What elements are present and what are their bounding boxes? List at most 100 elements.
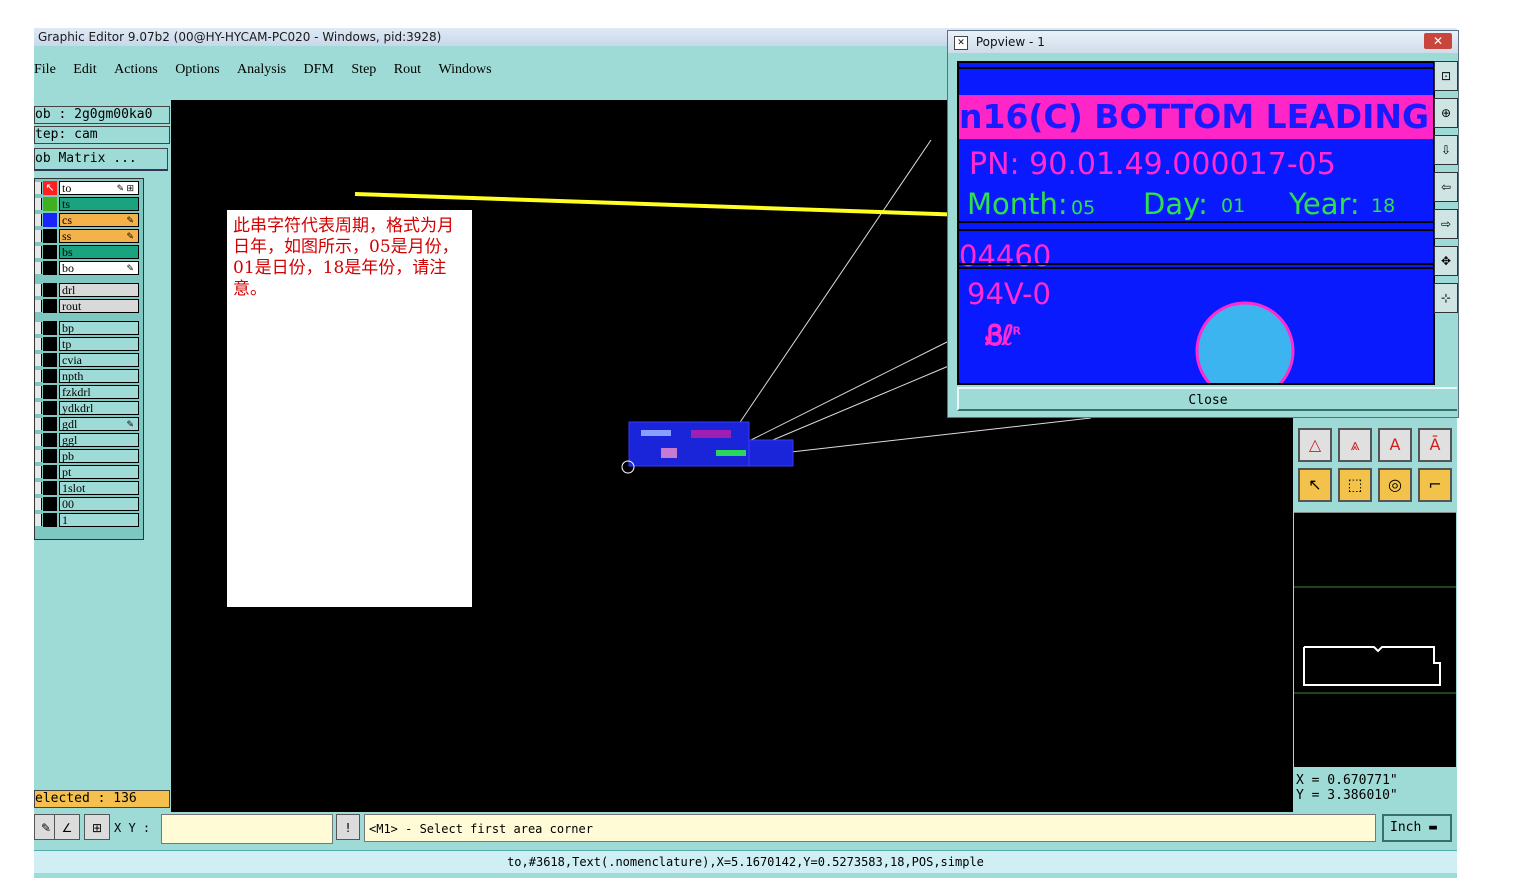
layer-checkbox[interactable]	[35, 482, 42, 494]
layer-checkbox[interactable]	[35, 198, 42, 210]
menu-analysis[interactable]: Analysis	[237, 62, 286, 78]
layer-row[interactable]: bs	[35, 245, 143, 259]
layer-row[interactable]: ts	[35, 197, 143, 211]
layer-row[interactable]: cvia	[35, 353, 143, 367]
layer-row[interactable]: 00	[35, 497, 143, 511]
layer-checkbox[interactable]	[35, 214, 42, 226]
layer-row[interactable]: 1slot	[35, 481, 143, 495]
menu-dfm[interactable]: DFM	[304, 62, 334, 78]
pan-right-icon[interactable]: ⇨	[1434, 209, 1458, 239]
layer-color-swatch	[43, 369, 57, 383]
layer-name: pb	[59, 449, 139, 463]
menu-actions[interactable]: Actions	[114, 62, 158, 78]
year-label: Year:	[1289, 187, 1360, 221]
job-matrix-button[interactable]: ob Matrix ...	[34, 148, 168, 171]
menu-step[interactable]: Step	[351, 62, 376, 78]
xy-input[interactable]	[161, 814, 333, 844]
layer-row[interactable]: bp	[35, 321, 143, 335]
menu-file[interactable]: File	[34, 62, 56, 78]
layer-checkbox[interactable]	[35, 182, 42, 194]
layer-row[interactable]: drl	[35, 283, 143, 297]
layer-row[interactable]: npth	[35, 369, 143, 383]
layer-color-swatch	[43, 213, 57, 227]
layer-checkbox[interactable]	[35, 354, 42, 366]
layer-color-swatch	[43, 513, 57, 527]
layer-row[interactable]: ydkdrl	[35, 401, 143, 415]
layer-name: ggl	[59, 433, 139, 447]
layer-row[interactable]: gdl ✎	[35, 417, 143, 431]
layer-color-swatch: ↖	[43, 181, 57, 195]
close-button[interactable]: Close	[957, 387, 1457, 411]
layer-name: ss ✎	[59, 229, 139, 243]
layer-name: 1slot	[59, 481, 139, 495]
layer-name: pt	[59, 465, 139, 479]
grid-icon[interactable]: ⊞	[84, 814, 110, 840]
layer-name: ydkdrl	[59, 401, 139, 415]
move-icon[interactable]: ⊹	[1434, 283, 1458, 313]
layer-color-swatch	[43, 401, 57, 415]
pointer-box-icon[interactable]: ⬚	[1338, 468, 1372, 502]
layer-row[interactable]: ggl	[35, 433, 143, 447]
menu-edit[interactable]: Edit	[73, 62, 96, 78]
layer-row[interactable]: bo ✎	[35, 261, 143, 275]
layer-checkbox[interactable]	[35, 370, 42, 382]
menu-windows[interactable]: Windows	[439, 62, 492, 78]
pad-circle	[1195, 301, 1295, 383]
layer-name: drl	[59, 283, 139, 297]
layer-row[interactable]: ↖ to ✎ ⊞	[35, 181, 143, 195]
layer-checkbox[interactable]	[35, 450, 42, 462]
layer-checkbox[interactable]	[35, 514, 42, 526]
triangle-up-icon[interactable]: △	[1298, 428, 1332, 462]
menu-rout[interactable]: Rout	[394, 62, 421, 78]
menu-options[interactable]: Options	[175, 62, 219, 78]
layer-checkbox[interactable]	[35, 386, 42, 398]
pointer-path-icon[interactable]: ⌐	[1418, 468, 1452, 502]
layer-row[interactable]: pb	[35, 449, 143, 463]
layer-color-swatch	[43, 433, 57, 447]
coordinate-readout: X = 0.670771" Y = 3.386010"	[1296, 773, 1454, 807]
coord-x: X = 0.670771"	[1296, 773, 1398, 788]
expand-icon[interactable]: ✥	[1434, 246, 1458, 276]
layer-checkbox[interactable]	[35, 300, 42, 312]
angle-icon[interactable]: ∠	[54, 814, 80, 840]
message-line: <M1> - Select first area corner	[364, 814, 1376, 842]
triangle-a-icon[interactable]: ⩓	[1338, 428, 1372, 462]
layer-color-swatch	[43, 261, 57, 275]
triangle-c-icon[interactable]: Ā	[1418, 428, 1452, 462]
month-value: 05	[1071, 197, 1096, 219]
triangle-b-icon[interactable]: A	[1378, 428, 1412, 462]
layer-checkbox[interactable]	[35, 434, 42, 446]
layer-checkbox[interactable]	[35, 284, 42, 296]
zoom-in-icon[interactable]: ⊕	[1434, 98, 1458, 128]
layer-checkbox[interactable]	[35, 418, 42, 430]
layer-row[interactable]: pt	[35, 465, 143, 479]
layer-color-swatch	[43, 353, 57, 367]
layer-row[interactable]: ss ✎	[35, 229, 143, 243]
zoom-line-1: n16(C) BOTTOM LEADING BO	[959, 97, 1433, 136]
layer-checkbox[interactable]	[35, 322, 42, 334]
layer-checkbox[interactable]	[35, 498, 42, 510]
pointer-circle-icon[interactable]: ◎	[1378, 468, 1412, 502]
pan-down-icon[interactable]: ⇩	[1434, 135, 1458, 165]
layer-checkbox[interactable]	[35, 262, 42, 274]
unit-select[interactable]: Inch ▬	[1382, 814, 1452, 842]
layer-row[interactable]: rout	[35, 299, 143, 313]
layer-row[interactable]: cs ✎	[35, 213, 143, 227]
overview-panel[interactable]	[1294, 512, 1456, 767]
layer-checkbox[interactable]	[35, 466, 42, 478]
pointer-icon[interactable]: ↖	[1298, 468, 1332, 502]
layer-row[interactable]: tp	[35, 337, 143, 351]
pan-left-icon[interactable]: ⇦	[1434, 172, 1458, 202]
layer-color-swatch	[43, 229, 57, 243]
layer-checkbox[interactable]	[35, 230, 42, 242]
alert-icon[interactable]: !	[336, 814, 360, 840]
layer-row[interactable]: fzkdrl	[35, 385, 143, 399]
layer-checkbox[interactable]	[35, 338, 42, 350]
zoom-fit-icon[interactable]: ⊡	[1434, 61, 1458, 91]
layer-name: 1	[59, 513, 139, 527]
layer-checkbox[interactable]	[35, 246, 42, 258]
layer-checkbox[interactable]	[35, 402, 42, 414]
layer-color-swatch	[43, 465, 57, 479]
layer-row[interactable]: 1	[35, 513, 143, 527]
close-icon[interactable]: ✕	[1424, 33, 1452, 49]
